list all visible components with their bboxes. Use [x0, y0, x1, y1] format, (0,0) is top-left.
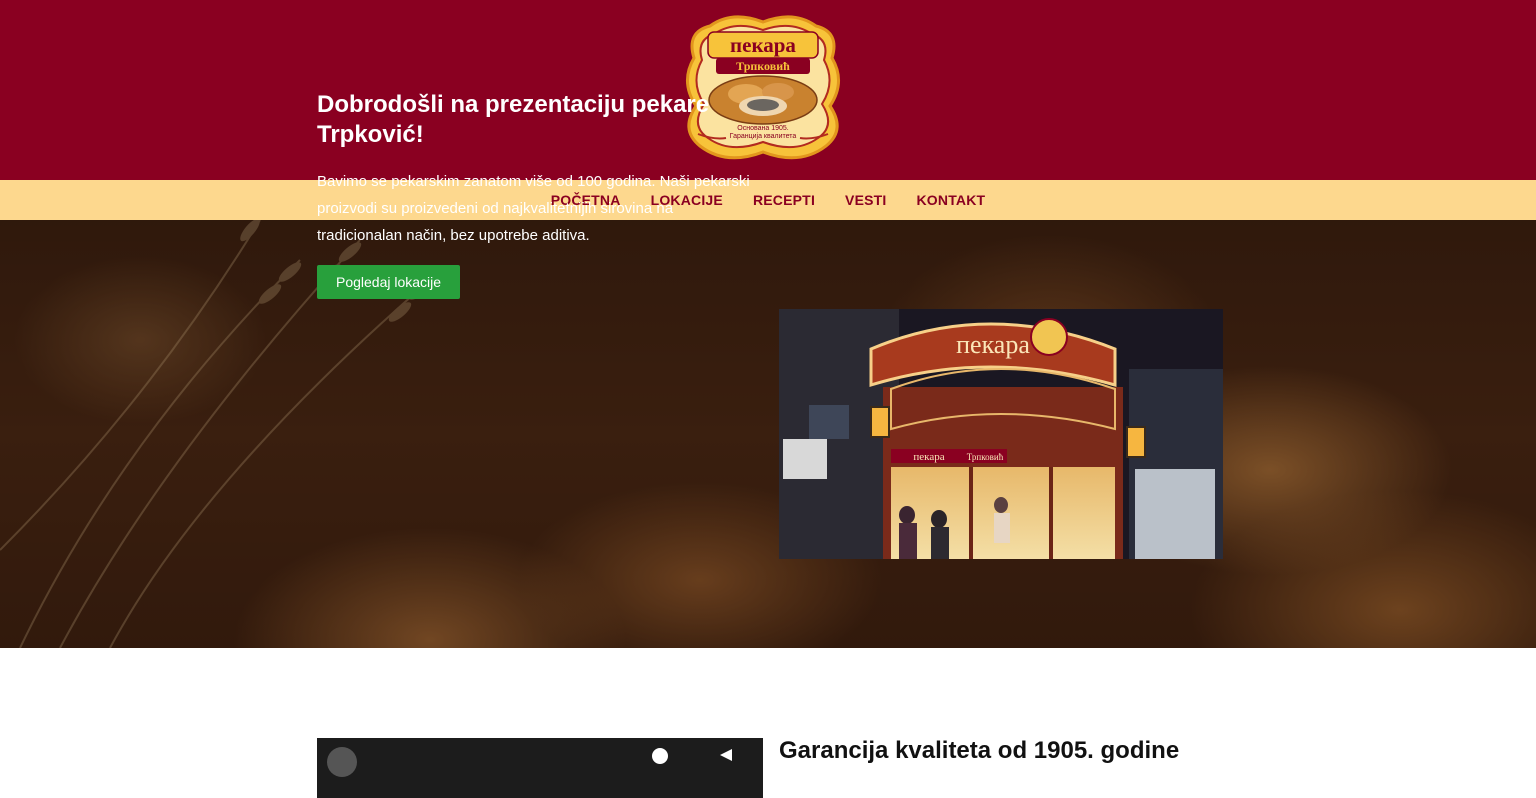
hero-content: Dobrodošli na prezentaciju pekare Trpkov… [317, 90, 757, 299]
channel-avatar[interactable] [327, 747, 357, 777]
hero-title: Dobrodošli na prezentaciju pekare Trpkov… [317, 91, 710, 148]
logo-name-text: Трпковић [736, 59, 790, 73]
hero-overlay [0, 220, 1536, 648]
logo-title-text: пекара [730, 33, 796, 57]
video-thumbnail[interactable] [317, 738, 763, 798]
hero-section [0, 220, 1536, 648]
site-header: пекара Трпковић Основана 1905. Гаранција… [0, 0, 1536, 180]
watch-later-icon[interactable] [652, 748, 668, 764]
storefront-sign-text: пекара [956, 330, 1030, 359]
main-nav: POČETNA LOKACIJE RECEPTI VESTI KONTAKT [0, 180, 1536, 220]
hero-text: Bavimo se pekarskim zanatom više od 100 … [317, 173, 750, 244]
section-title: Garancija kvaliteta od 1905. godine [779, 737, 1180, 764]
storefront-lower-name: Трпковић [967, 452, 1004, 462]
nav-item-vesti[interactable]: VESTI [830, 192, 901, 208]
view-locations-button[interactable]: Pogledaj lokacije [317, 265, 461, 299]
nav-item-kontakt[interactable]: KONTAKT [902, 192, 1001, 208]
share-icon[interactable] [717, 746, 735, 764]
storefront-lower-sign: пекара [913, 451, 944, 463]
bakery-storefront-photo: пекара пекара Трпковић [779, 309, 1223, 559]
